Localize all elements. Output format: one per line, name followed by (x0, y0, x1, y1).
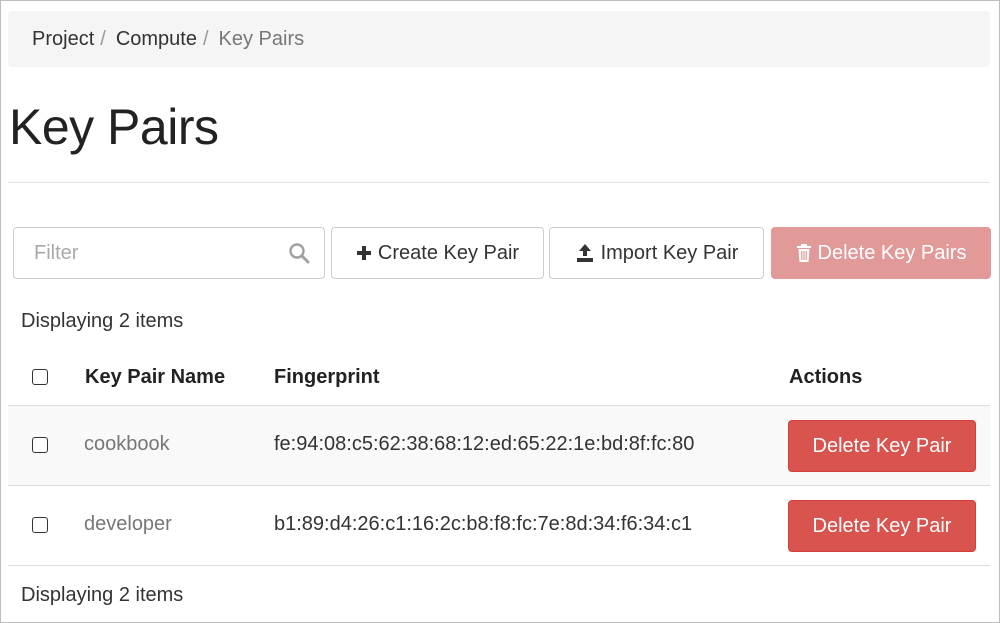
select-all-checkbox[interactable] (32, 369, 48, 385)
key-pair-name-link[interactable]: cookbook (84, 433, 170, 456)
breadcrumb-separator: / (202, 27, 209, 50)
item-count: Displaying 2 items (21, 310, 184, 332)
title-divider (8, 182, 990, 183)
breadcrumb: Project / Compute / Key Pairs (8, 11, 990, 67)
breadcrumb-project[interactable]: Project (32, 28, 94, 51)
delete-key-pair-button[interactable]: Delete Key Pair (788, 420, 976, 472)
create-key-pair-label: Create Key Pair (377, 241, 520, 264)
item-count-footer: Displaying 2 items (21, 584, 184, 606)
plus-icon (356, 245, 372, 261)
column-header-name[interactable]: Key Pair Name (85, 366, 225, 389)
import-key-pair-button[interactable]: Import Key Pair (549, 227, 764, 279)
row-checkbox[interactable] (32, 517, 48, 533)
table-divider (8, 565, 990, 566)
delete-key-pairs-label: Delete Key Pairs (817, 241, 967, 264)
breadcrumb-key-pairs: Key Pairs (218, 27, 305, 50)
filter-field[interactable] (13, 227, 325, 279)
column-header-fingerprint[interactable]: Fingerprint (274, 366, 380, 389)
page-title: Key Pairs (9, 99, 219, 155)
search-icon[interactable] (288, 242, 310, 264)
trash-icon (796, 244, 812, 262)
fingerprint-cell: fe:94:08:c5:62:38:68:12:ed:65:22:1e:bd:8… (274, 433, 695, 455)
delete-key-pair-button[interactable]: Delete Key Pair (788, 500, 976, 552)
key-pair-name-link[interactable]: developer (84, 513, 172, 536)
delete-key-pairs-button[interactable]: Delete Key Pairs (771, 227, 991, 279)
create-key-pair-button[interactable]: Create Key Pair (331, 227, 544, 279)
breadcrumb-separator: / (100, 27, 106, 50)
breadcrumb-compute[interactable]: Compute (116, 28, 197, 51)
row-checkbox[interactable] (32, 437, 48, 453)
upload-icon (575, 243, 595, 263)
import-key-pair-label: Import Key Pair (600, 241, 739, 264)
filter-input[interactable] (14, 228, 284, 278)
table-row: developer b1:89:d4:26:c1:16:2c:b8:f8:fc:… (8, 485, 990, 565)
column-header-actions: Actions (789, 366, 863, 388)
fingerprint-cell: b1:89:d4:26:c1:16:2c:b8:f8:fc:7e:8d:34:f… (274, 513, 693, 535)
table-row: cookbook fe:94:08:c5:62:38:68:12:ed:65:2… (8, 405, 990, 485)
